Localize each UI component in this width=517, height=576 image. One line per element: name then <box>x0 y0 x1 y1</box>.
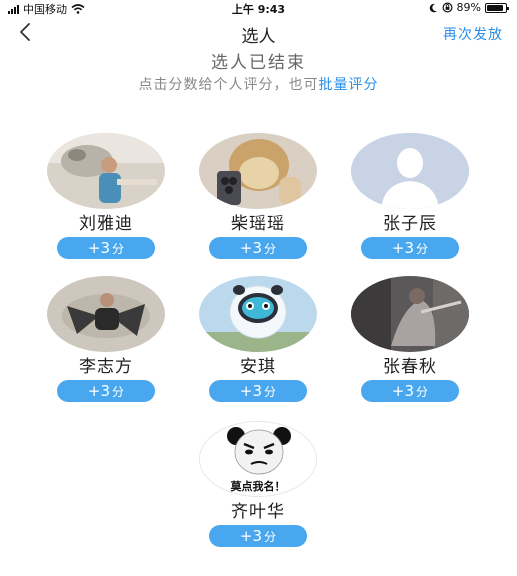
person-card: 李志方 +3 分 <box>41 276 171 402</box>
score-value: +3 <box>391 239 415 257</box>
score-button[interactable]: +3 分 <box>57 380 155 402</box>
score-button[interactable]: +3 分 <box>57 237 155 259</box>
person-card: 张子辰 +3 分 <box>345 133 475 259</box>
score-button[interactable]: +3 分 <box>361 380 459 402</box>
batch-score-link[interactable]: 批量评分 <box>319 77 379 93</box>
default-avatar-icon[interactable] <box>351 133 469 209</box>
page-title: 选人 <box>241 27 276 47</box>
orientation-lock-icon <box>442 2 453 13</box>
avatar[interactable]: 莫点我名！ <box>199 421 317 497</box>
score-unit: 分 <box>416 242 429 256</box>
scoring-hint: 点击分数给个人评分，也可批量评分 <box>0 74 517 94</box>
score-button[interactable]: +3 分 <box>361 237 459 259</box>
person-card: 莫点我名！ 齐叶华 +3 分 <box>193 421 323 547</box>
score-unit: 分 <box>416 385 429 399</box>
score-value: +3 <box>239 239 263 257</box>
score-button[interactable]: +3 分 <box>209 237 307 259</box>
score-unit: 分 <box>112 242 125 256</box>
selection-ended-text: 选人已结束 <box>211 53 306 73</box>
score-button[interactable]: +3 分 <box>209 525 307 547</box>
score-unit: 分 <box>264 385 277 399</box>
avatar[interactable] <box>47 276 165 352</box>
score-button[interactable]: +3 分 <box>209 380 307 402</box>
battery-icon <box>485 2 509 13</box>
avatar[interactable] <box>199 276 317 352</box>
person-card: 张春秋 +3 分 <box>345 276 475 402</box>
score-unit: 分 <box>112 385 125 399</box>
person-name: 张子辰 <box>383 214 437 234</box>
person-name: 刘雅迪 <box>79 214 133 234</box>
redistribute-button[interactable]: 再次发放 <box>443 24 503 44</box>
score-value: +3 <box>391 382 415 400</box>
navigation-bar: 选人 再次发放 <box>0 18 517 48</box>
score-value: +3 <box>87 239 111 257</box>
person-card: 刘雅迪 +3 分 <box>41 133 171 259</box>
score-value: +3 <box>239 382 263 400</box>
avatar[interactable] <box>351 276 469 352</box>
meme-caption: 莫点我名！ <box>230 480 286 493</box>
person-name: 齐叶华 <box>231 502 285 522</box>
score-unit: 分 <box>264 242 277 256</box>
person-card: 柴瑶瑶 +3 分 <box>193 133 323 259</box>
person-name: 李志方 <box>79 357 133 377</box>
person-name: 张春秋 <box>383 357 437 377</box>
hint-text: 点击分数给个人评分，也可 <box>138 77 319 93</box>
score-value: +3 <box>87 382 111 400</box>
status-bar: 中国移动 上午 9:43 89% <box>0 0 517 16</box>
person-name: 柴瑶瑶 <box>231 214 285 234</box>
person-card: 安琪 +3 分 <box>193 276 323 402</box>
moon-icon <box>429 3 437 12</box>
battery-percent: 89% <box>456 1 481 14</box>
score-value: +3 <box>239 527 263 545</box>
avatar[interactable] <box>199 133 317 209</box>
score-unit: 分 <box>264 530 277 544</box>
avatar[interactable] <box>47 133 165 209</box>
person-name: 安琪 <box>240 357 276 377</box>
